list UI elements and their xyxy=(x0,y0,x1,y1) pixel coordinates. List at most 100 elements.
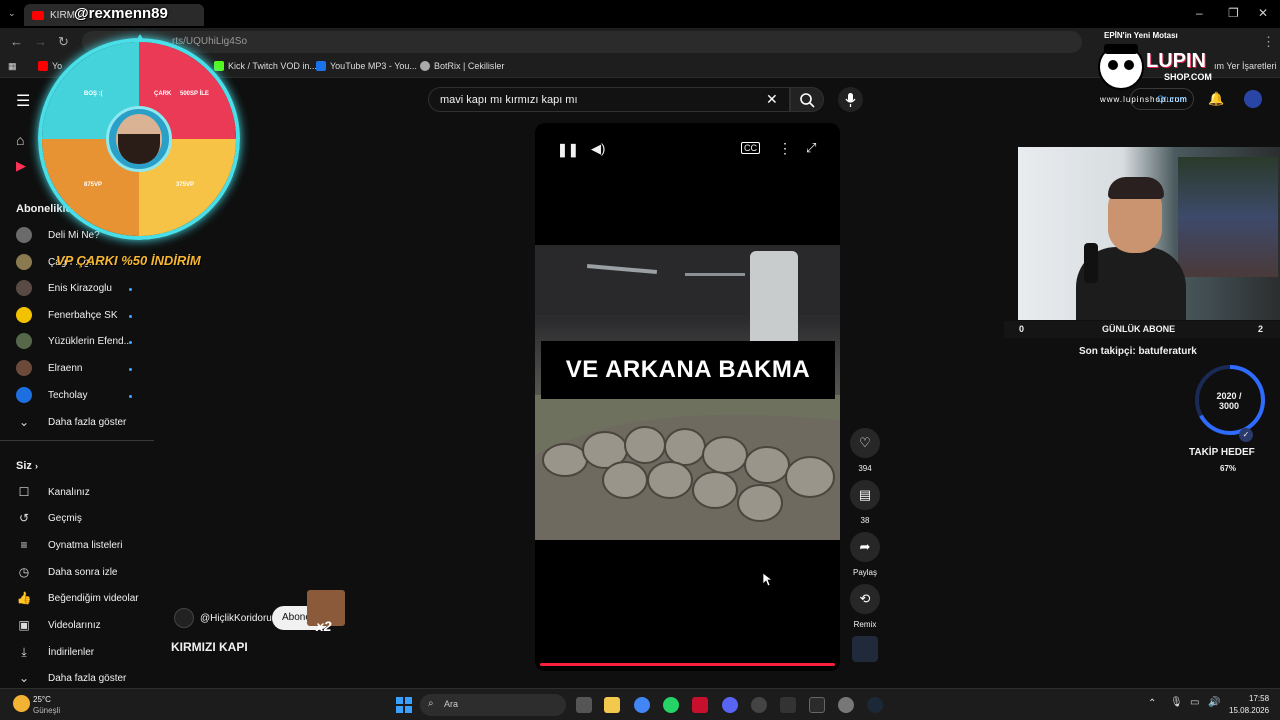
shorts-icon[interactable]: ▶ xyxy=(16,158,26,174)
app-icon[interactable] xyxy=(838,697,854,713)
goal-percent: 67% xyxy=(1220,464,1237,473)
comment-icon[interactable]: ▤ xyxy=(850,480,880,510)
heart-icon[interactable]: ♡ xyxy=(850,428,880,458)
comment-action[interactable]: ▤ 38 xyxy=(850,480,880,525)
sidebar-sub-2[interactable]: Enis Kirazoglu xyxy=(16,278,112,298)
video-icon: ▣ xyxy=(18,618,30,632)
channel-avatar[interactable] xyxy=(174,608,194,628)
speaker-icon[interactable]: 🔊 xyxy=(1208,697,1220,708)
bookmark-all[interactable]: ım Yer İşaretleri xyxy=(1214,61,1277,71)
sidebar-item-watch-later[interactable]: ◷ Daha sonra izle xyxy=(16,562,118,582)
chrome-icon[interactable] xyxy=(634,697,650,713)
share-icon[interactable]: ➦ xyxy=(850,532,880,562)
you-heading[interactable]: Siz › xyxy=(16,460,38,472)
youtube-favicon-icon xyxy=(32,10,44,20)
sidebar-item-playlists[interactable]: ≡ Oynatma listeleri xyxy=(16,535,122,555)
volume-icon[interactable]: ◀) xyxy=(591,141,605,157)
weather-icon[interactable] xyxy=(13,695,30,712)
video-frame: VE ARKANA BAKMA xyxy=(535,245,840,540)
weather-temp: 25°C xyxy=(33,695,51,704)
remix-action[interactable]: ⟲ Remix xyxy=(850,584,880,629)
tab-list-icon[interactable]: ⌄ xyxy=(8,8,16,19)
tray-chevron-icon[interactable]: ⌃ xyxy=(1148,698,1156,709)
channel-avatar xyxy=(16,333,32,349)
weather-desc: Güneşli xyxy=(33,706,61,715)
close-window-icon[interactable]: ✕ xyxy=(1258,6,1268,20)
browser-menu-icon[interactable]: ⋮ xyxy=(1262,34,1275,50)
windows-start-icon[interactable] xyxy=(396,697,412,713)
notifications-bell-icon[interactable]: 🔔 xyxy=(1208,91,1224,107)
task-view-icon[interactable] xyxy=(576,697,592,713)
app-icon-red[interactable] xyxy=(692,697,708,713)
follower-count-left: 0 xyxy=(1019,324,1025,334)
home-icon[interactable]: ⌂ xyxy=(16,132,24,148)
app-icon[interactable] xyxy=(809,697,825,713)
video-progress-bar[interactable] xyxy=(540,663,835,666)
sidebar-item-show-more[interactable]: ⌄ Daha fazla göster xyxy=(16,668,126,688)
minimize-icon[interactable]: – xyxy=(1196,6,1203,20)
sidebar-item-history[interactable]: ↺ Geçmiş xyxy=(16,508,82,528)
more-options-icon[interactable]: ⋮ xyxy=(778,140,792,157)
clock-time[interactable]: 17:58 xyxy=(1249,694,1269,703)
sidebar-sub-5[interactable]: Elraenn xyxy=(16,358,82,378)
mic-tray-icon[interactable]: 🎙 xyxy=(1170,697,1183,708)
clear-search-icon[interactable]: ✕ xyxy=(766,91,778,108)
sidebar-item-downloads[interactable]: ⤓ İndirilenler xyxy=(16,642,94,662)
mouse-cursor-icon xyxy=(763,573,773,587)
bookmark-botrix[interactable]: BotRix | Cekilisler xyxy=(420,61,504,71)
sponsor-logo-text: LUPIN xyxy=(1146,50,1206,72)
share-action[interactable]: ➦ Paylaş xyxy=(850,532,880,577)
search-query: mavi kapı mı kırmızı kapı mı xyxy=(440,94,578,106)
download-icon: ⤓ xyxy=(21,644,27,659)
sound-thumbnail[interactable] xyxy=(852,636,878,662)
obs-icon[interactable] xyxy=(751,697,767,713)
sidebar-item-liked[interactable]: 👍 Beğendiğim videolar xyxy=(16,588,139,608)
sidebar-divider xyxy=(0,440,154,441)
person-hair xyxy=(1108,177,1164,199)
back-icon[interactable]: ← xyxy=(10,34,23,49)
sidebar-more-subs[interactable]: ⌄ Daha fazla göster xyxy=(16,412,126,432)
search-button[interactable] xyxy=(790,87,824,112)
search-input[interactable]: mavi kapı mı kırmızı kapı mı ✕ xyxy=(428,87,790,112)
browser-tab-bar: ⌄ KIRMIZI – ❐ ✕ xyxy=(0,0,1280,28)
like-action[interactable]: ♡ 394 xyxy=(850,428,880,473)
remix-icon[interactable]: ⟲ xyxy=(850,584,880,614)
goal-check-icon: ✓ xyxy=(1239,428,1253,442)
discord-icon[interactable] xyxy=(722,697,738,713)
bookmark-youtube-mp3[interactable]: YouTube MP3 - You... xyxy=(316,61,417,71)
captions-icon[interactable]: CC xyxy=(741,142,760,154)
file-explorer-icon[interactable] xyxy=(604,697,620,713)
new-content-dot xyxy=(129,368,132,371)
steam-icon[interactable] xyxy=(867,697,883,713)
new-content-dot xyxy=(129,395,132,398)
video-caption: VE ARKANA BAKMA xyxy=(541,341,835,399)
voice-search-button[interactable] xyxy=(838,87,863,112)
clock-date[interactable]: 15.08.2026 xyxy=(1229,706,1269,715)
hamburger-menu-icon[interactable]: ☰ xyxy=(16,91,30,111)
sidebar-item-your-videos[interactable]: ▣ Videolarınız xyxy=(16,615,100,635)
shelf-image xyxy=(1178,157,1278,277)
pause-icon[interactable]: ❚❚ xyxy=(557,142,579,158)
taskbar-search[interactable]: ⌕ Ara xyxy=(420,694,566,716)
sidebar-sub-3[interactable]: Fenerbahçe SK xyxy=(16,305,118,325)
network-icon[interactable]: ▭ xyxy=(1190,697,1199,708)
sidebar-item-your-channel[interactable]: ☐ Kanalınız xyxy=(16,482,90,502)
terminal-icon[interactable] xyxy=(780,697,796,713)
channel-avatar xyxy=(16,360,32,376)
streamer-username: @rexmenn89 xyxy=(74,5,168,22)
fullscreen-icon[interactable]: ⤢ xyxy=(806,140,816,156)
whatsapp-icon[interactable] xyxy=(663,697,679,713)
maximize-icon[interactable]: ❐ xyxy=(1228,6,1239,20)
channel-name[interactable]: @HiçlikKoridoru xyxy=(200,613,272,624)
apps-icon[interactable]: ▦ xyxy=(8,61,17,72)
webcam-feed xyxy=(1018,147,1280,320)
shorts-player[interactable]: ❚❚ ◀) CC ⋮ ⤢ VE ARKANA BAKMA xyxy=(535,123,840,671)
search-icon: ⌕ xyxy=(428,698,434,709)
wheel-label: ÇARK xyxy=(154,91,172,97)
sidebar-sub-6[interactable]: Techolay xyxy=(16,385,87,405)
account-avatar[interactable] xyxy=(1244,90,1262,108)
windows-taskbar: 25°C Güneşli ⌕ Ara ⌃ 🎙 ▭ 🔊 17:58 15.08.2… xyxy=(0,688,1280,720)
channel-icon: ☐ xyxy=(18,485,30,499)
channel-avatar xyxy=(16,254,32,270)
sidebar-sub-4[interactable]: Yüzüklerin Efend... xyxy=(16,331,132,351)
